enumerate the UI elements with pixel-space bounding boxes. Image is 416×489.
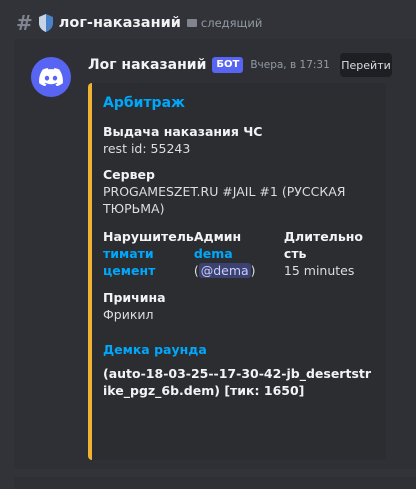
embed-card: Арбитраж Выдача наказания ЧС rest id: 55… (88, 83, 386, 460)
field-server-value: PROGAMESZET.RU #JAIL #1 (РУССКАЯ ТЮРЬМА) (103, 184, 346, 216)
field-action: Выдача наказания ЧС rest id: 55243 (103, 123, 374, 157)
jump-button[interactable]: Перейти (340, 53, 392, 77)
inline-fields-row: Нарушитель тимати цемент Админ dema (@de… (103, 228, 374, 279)
field-admin: Админ dema (@dema) (194, 228, 284, 279)
message-header: Лог наказаний БОТ Вчера, в 17:31 (88, 57, 330, 73)
next-message-container (14, 477, 416, 489)
field-duration-value: 15 minutes (283, 263, 355, 278)
field-admin-value[interactable]: dema (194, 245, 284, 262)
field-server-name: Сервер (103, 167, 155, 182)
embed-title: Арбитраж (103, 95, 185, 111)
field-duration: Длительность 15 minutes (284, 228, 374, 279)
field-reason-value: Фрикил (103, 307, 154, 322)
discord-logo-icon (39, 68, 63, 86)
message-timestamp: Вчера, в 17:31 (250, 59, 330, 71)
avatar[interactable] (31, 57, 71, 97)
admin-mention[interactable]: @dema (198, 263, 251, 278)
admin-open-paren: ( (193, 263, 199, 278)
field-violator-value[interactable]: тимати цемент (103, 245, 173, 279)
demo-title[interactable]: Демка раунда (103, 341, 374, 358)
channel-hash-icon: # (16, 11, 33, 35)
field-reason: Причина Фрикил (103, 289, 374, 323)
field-violator-name: Нарушитель (103, 229, 194, 244)
field-duration-name: Длительность (283, 229, 363, 261)
demo-value: (auto-18-03-25--17-30-42-jb_desertstrike… (103, 366, 372, 398)
field-server: Сервер PROGAMESZET.RU #JAIL #1 (РУССКАЯ … (103, 166, 374, 217)
field-reason-name: Причина (103, 290, 166, 305)
field-action-value: rest id: 55243 (103, 141, 191, 156)
field-action-name: Выдача наказания ЧС (103, 124, 263, 139)
admin-close-paren: ) (250, 263, 256, 278)
field-violator: Нарушитель тимати цемент (103, 228, 194, 279)
shield-icon (38, 14, 53, 32)
field-admin-mention-line: (@dema) (194, 262, 284, 279)
field-admin-name: Админ (193, 229, 242, 244)
follow-icon (186, 19, 197, 27)
author-name[interactable]: Лог наказаний (88, 57, 206, 73)
follow-label[interactable]: следящий (201, 16, 262, 30)
bot-badge: БОТ (212, 57, 244, 73)
channel-name[interactable]: лог-наказаний (59, 15, 181, 31)
